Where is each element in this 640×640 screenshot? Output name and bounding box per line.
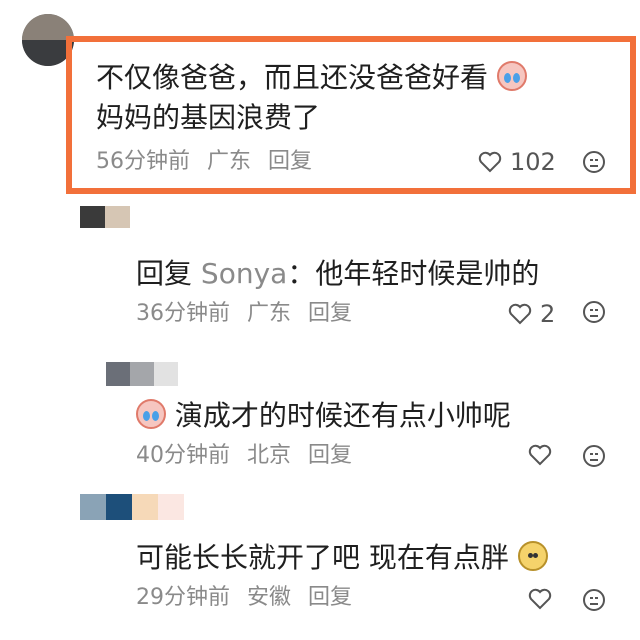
neutral-face-icon[interactable]: [582, 588, 606, 612]
reply-body: 演成才的时候还有点小帅呢: [174, 399, 511, 432]
crying-laughing-emoji-icon: [136, 399, 166, 429]
reply-button[interactable]: 回复: [308, 301, 352, 326]
comment-location: 广东: [207, 149, 252, 174]
reply-meta: 29分钟前 安徽 回复: [136, 584, 362, 612]
reply-time: 40分钟前: [136, 443, 230, 468]
like-count: 102: [510, 148, 556, 176]
smiling-pear-emoji-icon: [517, 541, 548, 571]
crying-laughing-emoji-icon: [496, 61, 527, 91]
neutral-face-icon[interactable]: [582, 300, 606, 324]
reply-button[interactable]: 回复: [308, 443, 352, 468]
reply-text: 回复 Sonya：他年轻时候是帅的: [136, 256, 539, 292]
reply-avatar[interactable]: [80, 494, 184, 520]
reply-meta: 40分钟前 北京 回复: [136, 442, 362, 470]
neutral-face-icon[interactable]: [582, 150, 606, 174]
reply-meta: 36分钟前 广东 回复: [136, 300, 362, 328]
reply-prefix: 回复: [136, 257, 193, 290]
reply-text: 演成才的时候还有点小帅呢: [136, 398, 511, 434]
reply-button[interactable]: 回复: [268, 149, 312, 174]
heart-outline-icon[interactable]: [528, 444, 552, 466]
comment-text: 不仅像爸爸，而且还没爸爸好看: [96, 60, 527, 96]
reply-time: 36分钟前: [136, 301, 230, 326]
comment-meta: 56分钟前 广东 回复: [96, 148, 322, 176]
reply-body: ：他年轻时候是帅的: [287, 257, 540, 290]
reply-location: 广东: [247, 301, 292, 326]
comment-time: 56分钟前: [96, 149, 190, 174]
reply-to-user[interactable]: Sonya: [201, 257, 287, 290]
neutral-face-icon[interactable]: [582, 444, 606, 468]
reply-avatar[interactable]: [80, 206, 130, 228]
like-button[interactable]: 2: [508, 300, 555, 328]
comment-text-line2: 妈妈的基因浪费了: [96, 101, 321, 134]
like-count: 2: [540, 300, 556, 328]
like-button[interactable]: 102: [478, 148, 556, 176]
reply-button[interactable]: 回复: [308, 585, 352, 610]
comment-text-line1: 不仅像爸爸，而且还没爸爸好看: [96, 61, 489, 94]
heart-outline-icon[interactable]: [528, 588, 552, 610]
heart-outline-icon: [478, 151, 502, 173]
reply-location: 北京: [247, 443, 292, 468]
reply-time: 29分钟前: [136, 585, 230, 610]
reply-body: 可能长长就开了吧 现在有点胖: [136, 541, 509, 574]
reply-location: 安徽: [247, 585, 292, 610]
heart-outline-icon: [508, 303, 532, 325]
reply-avatar[interactable]: [106, 362, 202, 386]
reply-text: 可能长长就开了吧 现在有点胖: [136, 540, 548, 576]
